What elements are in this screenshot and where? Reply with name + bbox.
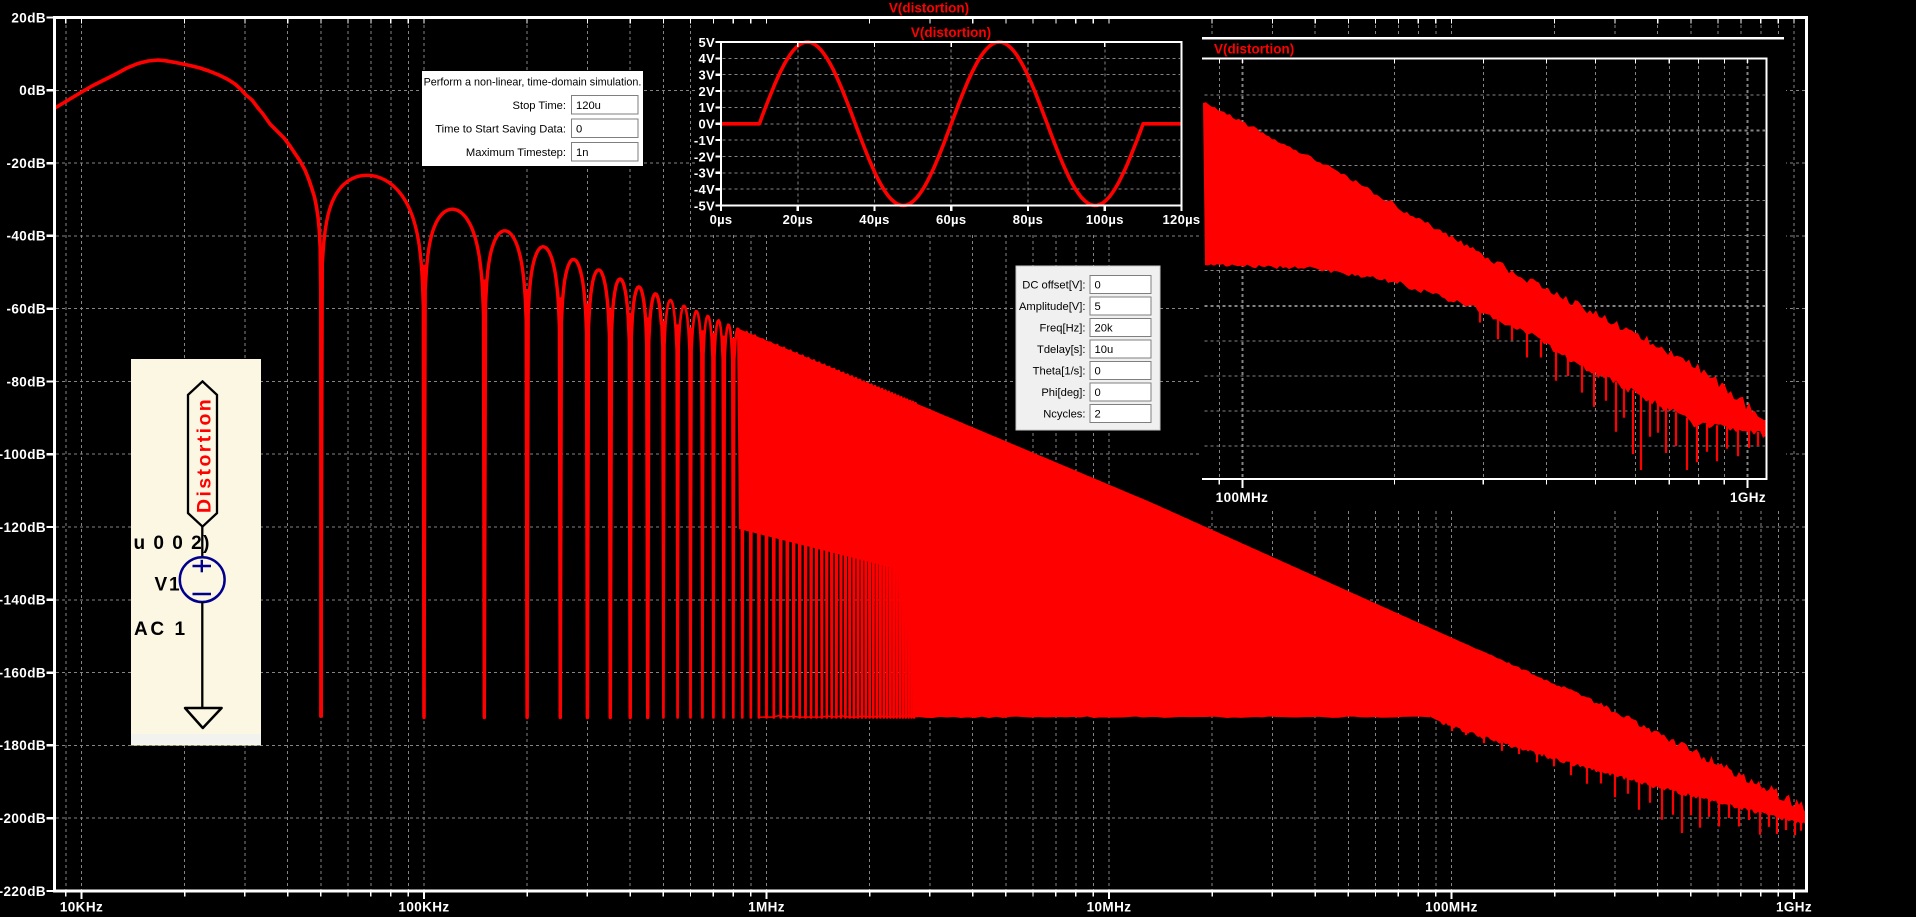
svg-text:1GHz: 1GHz [1730, 490, 1766, 505]
svg-text:V(distortion): V(distortion) [1214, 42, 1294, 57]
svg-text:AC 1: AC 1 [134, 619, 188, 640]
svg-text:-1V: -1V [694, 133, 715, 148]
svg-text:Stop Time:: Stop Time: [513, 100, 566, 112]
svg-text:100MHz: 100MHz [1216, 490, 1269, 505]
svg-text:2: 2 [1095, 409, 1101, 421]
svg-text:V1: V1 [155, 575, 182, 596]
svg-text:DC offset[V]:: DC offset[V]: [1022, 280, 1085, 292]
svg-text:0: 0 [576, 124, 582, 136]
svg-text:1n: 1n [576, 147, 588, 159]
svg-text:-2V: -2V [694, 149, 715, 164]
svg-text:1GHz: 1GHz [1776, 900, 1812, 915]
svg-text:Tdelay[s]:: Tdelay[s]: [1037, 344, 1086, 356]
svg-text:Time to Start Saving Data:: Time to Start Saving Data: [435, 124, 566, 136]
svg-text:Ncycles:: Ncycles: [1043, 409, 1085, 421]
svg-text:V(distortion): V(distortion) [889, 1, 969, 16]
svg-text:Freq[Hz]:: Freq[Hz]: [1039, 323, 1085, 335]
svg-text:10KHz: 10KHz [60, 900, 103, 915]
svg-text:0: 0 [1095, 280, 1101, 292]
svg-text:Phi[deg]:: Phi[deg]: [1041, 387, 1085, 399]
svg-text:Amplitude[V]:: Amplitude[V]: [1019, 301, 1086, 313]
svg-text:20dB: 20dB [11, 10, 46, 25]
svg-text:V(distortion): V(distortion) [911, 25, 991, 40]
svg-text:Maximum Timestep:: Maximum Timestep: [466, 147, 566, 159]
svg-text:1V: 1V [698, 100, 715, 115]
svg-text:-160dB: -160dB [0, 665, 46, 680]
svg-text:5V: 5V [698, 35, 715, 50]
svg-text:2V: 2V [698, 84, 715, 99]
svg-text:u 0 0 2): u 0 0 2) [134, 533, 211, 554]
svg-text:-100dB: -100dB [0, 447, 46, 462]
svg-text:-220dB: -220dB [0, 884, 46, 899]
svg-text:Perform a non-linear, time-dom: Perform a non-linear, time-domain simula… [424, 77, 642, 89]
svg-text:120µs: 120µs [1163, 212, 1201, 227]
svg-text:-60dB: -60dB [6, 302, 46, 317]
svg-text:100KHz: 100KHz [398, 900, 449, 915]
svg-text:1MHz: 1MHz [748, 900, 785, 915]
svg-text:120u: 120u [576, 100, 601, 112]
svg-text:Theta[1/s]:: Theta[1/s]: [1033, 366, 1086, 378]
svg-text:Distortion: Distortion [194, 397, 216, 513]
svg-text:-140dB: -140dB [0, 593, 46, 608]
svg-text:0: 0 [1095, 387, 1101, 399]
svg-text:-4V: -4V [694, 182, 715, 197]
svg-text:-180dB: -180dB [0, 738, 46, 753]
svg-text:-40dB: -40dB [6, 229, 46, 244]
svg-text:4V: 4V [698, 51, 715, 66]
svg-text:0dB: 0dB [19, 83, 46, 98]
svg-text:-80dB: -80dB [6, 374, 46, 389]
svg-text:80µs: 80µs [1013, 212, 1043, 227]
svg-text:60µs: 60µs [936, 212, 966, 227]
svg-text:0V: 0V [698, 117, 715, 132]
svg-text:20k: 20k [1095, 323, 1113, 335]
svg-text:0: 0 [1095, 366, 1101, 378]
svg-text:10MHz: 10MHz [1087, 900, 1132, 915]
svg-text:40µs: 40µs [859, 212, 889, 227]
svg-text:-120dB: -120dB [0, 520, 46, 535]
svg-text:-3V: -3V [694, 166, 715, 181]
svg-text:100MHz: 100MHz [1425, 900, 1478, 915]
svg-text:0µs: 0µs [710, 212, 733, 227]
svg-text:100µs: 100µs [1086, 212, 1124, 227]
svg-text:-200dB: -200dB [0, 811, 46, 826]
svg-text:20µs: 20µs [783, 212, 813, 227]
svg-text:5: 5 [1095, 301, 1101, 313]
svg-text:3V: 3V [698, 68, 715, 83]
svg-text:-20dB: -20dB [6, 156, 46, 171]
svg-text:10u: 10u [1095, 344, 1114, 356]
